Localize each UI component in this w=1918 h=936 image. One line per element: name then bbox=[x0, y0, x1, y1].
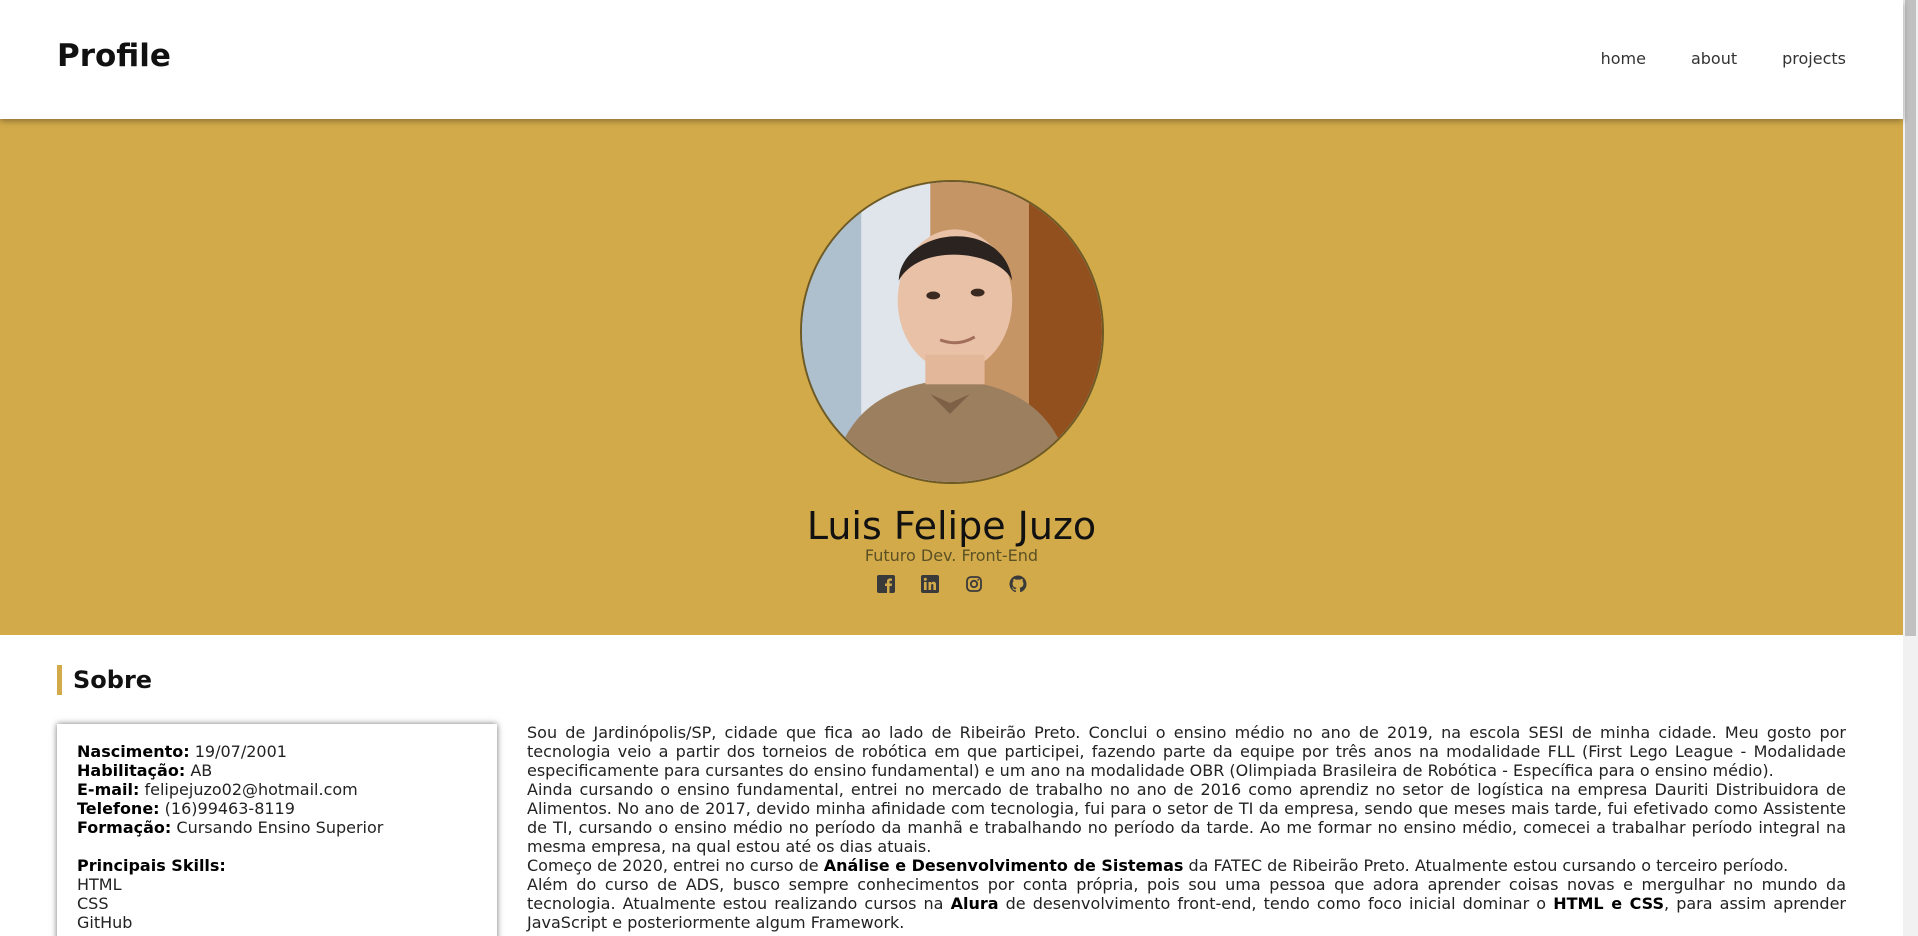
info-label: Telefone: bbox=[77, 799, 160, 818]
bio-paragraph: Sou de Jardinópolis/SP, cidade que fica … bbox=[527, 723, 1846, 780]
bio-text: Sou de Jardinópolis/SP, cidade que fica … bbox=[527, 723, 1846, 932]
profile-role: Futuro Dev. Front-End bbox=[864, 546, 1039, 565]
info-row: E-mail: felipejuzo02@hotmail.com bbox=[77, 780, 477, 799]
info-value: 19/07/2001 bbox=[194, 742, 287, 761]
github-icon[interactable] bbox=[1008, 574, 1028, 594]
info-row: Habilitação: AB bbox=[77, 761, 477, 780]
scrollbar-thumb[interactable] bbox=[1905, 0, 1916, 636]
hero-section: Luis Felipe Juzo Futuro Dev. Front-End bbox=[0, 119, 1903, 635]
linkedin-icon[interactable] bbox=[920, 574, 940, 594]
info-value: Cursando Ensino Superior bbox=[176, 818, 384, 837]
nav-about-link[interactable]: about bbox=[1691, 49, 1737, 68]
info-value: (16)99463-8119 bbox=[164, 799, 295, 818]
alura-highlight: Alura bbox=[950, 894, 999, 913]
info-row: Telefone: (16)99463-8119 bbox=[77, 799, 477, 818]
info-label: Formação: bbox=[77, 818, 172, 837]
skill-item: CSS bbox=[77, 894, 109, 913]
info-label: Habilitação: bbox=[77, 761, 186, 780]
skills-title: Principais Skills: bbox=[77, 856, 226, 875]
bio-paragraph: Além do curso de ADS, busco sempre conhe… bbox=[527, 875, 1847, 932]
course-name: Análise e Desenvolvimento de Sistemas bbox=[823, 856, 1184, 875]
info-row: Nascimento: 19/07/2001 bbox=[77, 742, 477, 761]
main-nav: home about projects bbox=[1601, 49, 1846, 68]
brand-title[interactable]: Profile bbox=[57, 38, 171, 74]
info-card: Nascimento: 19/07/2001 Habilitação: AB E… bbox=[57, 724, 497, 936]
facebook-icon[interactable] bbox=[876, 574, 896, 594]
social-links bbox=[0, 574, 1903, 594]
info-value: felipejuzo02@hotmail.com bbox=[144, 780, 358, 799]
nav-projects-link[interactable]: projects bbox=[1782, 49, 1846, 68]
info-label: Nascimento: bbox=[77, 742, 190, 761]
skill-item: HTML bbox=[77, 875, 122, 894]
profile-photo bbox=[800, 180, 1104, 484]
site-header: Profile home about projects bbox=[0, 0, 1903, 119]
section-title-sobre: Sobre bbox=[57, 665, 152, 695]
nav-home-link[interactable]: home bbox=[1601, 49, 1646, 68]
bio-paragraph: Ainda cursando o ensino fundamental, ent… bbox=[527, 780, 1846, 856]
html-css-highlight: HTML e CSS bbox=[1553, 894, 1665, 913]
profile-name: Luis Felipe Juzo bbox=[806, 504, 1097, 548]
info-label: E-mail: bbox=[77, 780, 140, 799]
skill-item: GitHub bbox=[77, 913, 133, 932]
info-value: AB bbox=[190, 761, 213, 780]
info-row: Formação: Cursando Ensino Superior bbox=[77, 818, 477, 837]
page-scrollbar[interactable] bbox=[1903, 0, 1918, 936]
instagram-icon[interactable] bbox=[964, 574, 984, 594]
bio-paragraph: Começo de 2020, entrei no curso de Análi… bbox=[527, 856, 1789, 875]
